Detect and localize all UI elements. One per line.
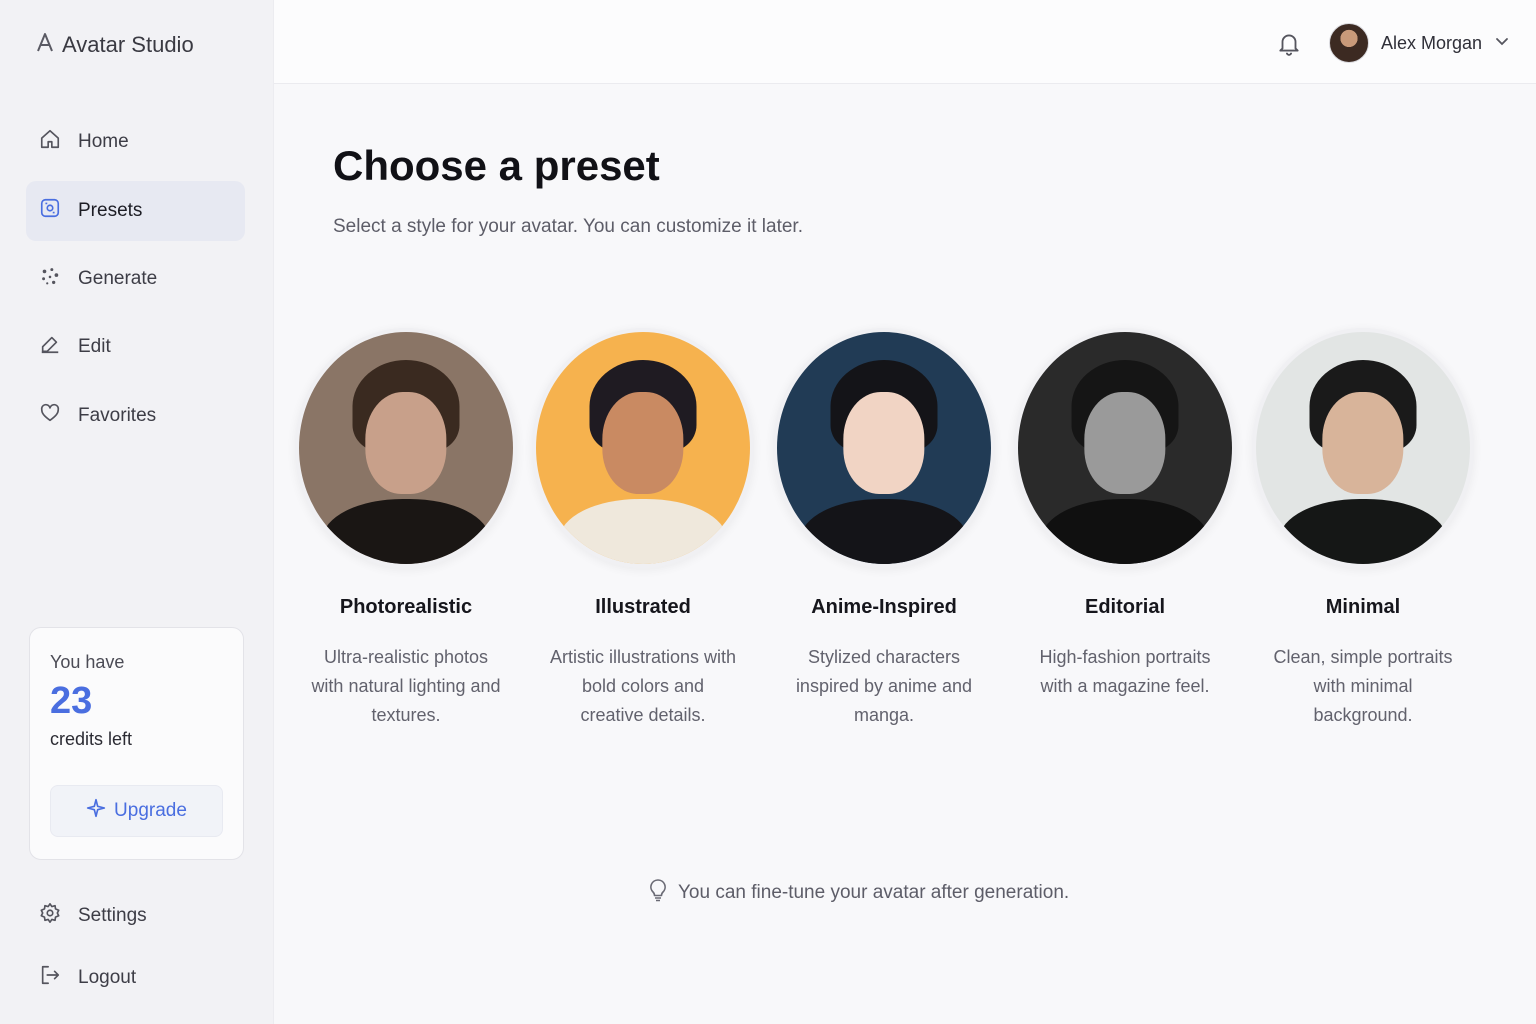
preset-card-editorial[interactable]: Editorial High-fashion portraits with a m… bbox=[1005, 328, 1245, 701]
credits-suffix: credits left bbox=[50, 728, 133, 749]
preset-description: Stylized characters inspired by anime an… bbox=[795, 647, 973, 725]
preset-description: High-fashion portraits with a magazine f… bbox=[1039, 647, 1211, 696]
upgrade-button[interactable]: Upgrade bbox=[50, 785, 223, 837]
portrait-body bbox=[800, 499, 968, 564]
portrait-face bbox=[1084, 392, 1166, 495]
user-menu[interactable]: Alex Morgan bbox=[1329, 21, 1510, 65]
brand[interactable]: Avatar Studio bbox=[36, 32, 194, 58]
tip: You can fine-tune your avatar after gene… bbox=[648, 878, 1069, 908]
sidebar-item-edit[interactable]: Edit bbox=[26, 317, 245, 377]
sparkle-icon bbox=[86, 798, 106, 824]
preset-name: Anime-Inspired bbox=[811, 596, 957, 618]
credits-count: 23 bbox=[50, 680, 93, 722]
credits-card: You have 23 credits left Upgrade bbox=[29, 627, 244, 860]
presets-icon bbox=[39, 197, 61, 225]
sidebar-item-favorites[interactable]: Favorites bbox=[26, 386, 245, 446]
app-title: Avatar Studio bbox=[62, 32, 194, 57]
sparkle-dots-icon bbox=[39, 265, 61, 293]
logout-icon bbox=[39, 964, 61, 992]
preset-portrait bbox=[295, 328, 517, 568]
preset-card-minimal[interactable]: Minimal Clean, simple portraits with mini… bbox=[1243, 328, 1483, 730]
preset-name: Photorealistic bbox=[339, 596, 473, 618]
preset-name: Editorial bbox=[1084, 596, 1165, 618]
bell-icon[interactable] bbox=[1276, 30, 1302, 56]
lightbulb-icon bbox=[648, 878, 668, 908]
gear-icon bbox=[39, 902, 61, 930]
preset-description: Clean, simple portraits with minimal bac… bbox=[1273, 647, 1453, 725]
sidebar-item-label: Edit bbox=[78, 336, 111, 357]
portrait-face bbox=[602, 392, 684, 495]
page-subtitle: Select a style for your avatar. You can … bbox=[333, 216, 803, 237]
sidebar-item-settings[interactable]: Settings bbox=[26, 886, 245, 946]
portrait-body bbox=[322, 499, 490, 564]
preset-portrait bbox=[532, 328, 754, 568]
preset-name: Illustrated bbox=[595, 596, 691, 618]
home-icon bbox=[39, 128, 61, 156]
tip-text: You can fine-tune your avatar after gene… bbox=[678, 882, 1070, 903]
heart-icon bbox=[39, 402, 61, 430]
preset-portrait bbox=[773, 328, 995, 568]
preset-card-photorealistic[interactable]: Photorealistic Ultra-realistic photos wit… bbox=[286, 328, 526, 730]
portrait-body bbox=[559, 499, 727, 564]
portrait-face bbox=[843, 392, 925, 495]
page-title: Choose a preset bbox=[333, 142, 660, 189]
portrait-body bbox=[1041, 499, 1209, 564]
credits-prefix: You have bbox=[50, 652, 125, 672]
sidebar-item-label: Favorites bbox=[78, 405, 157, 426]
sidebar-item-logout[interactable]: Logout bbox=[26, 948, 245, 1008]
sidebar-item-label: Home bbox=[78, 131, 129, 152]
preset-card-anime-inspired[interactable]: Anime-Inspired Stylized characters inspir… bbox=[764, 328, 1004, 730]
portrait-face bbox=[1322, 392, 1404, 495]
portrait-face bbox=[365, 392, 447, 495]
sidebar-item-label: Presets bbox=[78, 200, 143, 221]
pencil-icon bbox=[39, 333, 61, 361]
sidebar-item-label: Logout bbox=[78, 967, 137, 988]
sidebar-item-generate[interactable]: Generate bbox=[26, 249, 245, 309]
upgrade-label: Upgrade bbox=[114, 800, 187, 821]
sidebar-item-label: Generate bbox=[78, 268, 158, 289]
preset-description: Ultra-realistic photos with natural ligh… bbox=[311, 647, 501, 725]
top-bar: Alex Morgan bbox=[274, 0, 1536, 84]
user-name: Alex Morgan bbox=[1381, 32, 1483, 53]
sidebar-item-home[interactable]: Home bbox=[26, 112, 245, 172]
preset-portrait bbox=[1252, 328, 1474, 568]
chevron-down-icon bbox=[1494, 33, 1510, 54]
sidebar-item-presets[interactable]: Presets bbox=[26, 181, 245, 241]
sidebar: Avatar Studio Home Presets Generate Edit… bbox=[0, 0, 274, 1024]
preset-description: Artistic illustrations with bold colors … bbox=[549, 647, 737, 725]
preset-card-illustrated[interactable]: Illustrated Artistic illustrations with b… bbox=[523, 328, 763, 730]
logo-icon bbox=[36, 32, 54, 58]
portrait-body bbox=[1279, 499, 1447, 564]
sidebar-item-label: Settings bbox=[78, 905, 147, 926]
avatar bbox=[1329, 23, 1369, 63]
preset-portrait bbox=[1014, 328, 1236, 568]
preset-name: Minimal bbox=[1325, 596, 1401, 618]
